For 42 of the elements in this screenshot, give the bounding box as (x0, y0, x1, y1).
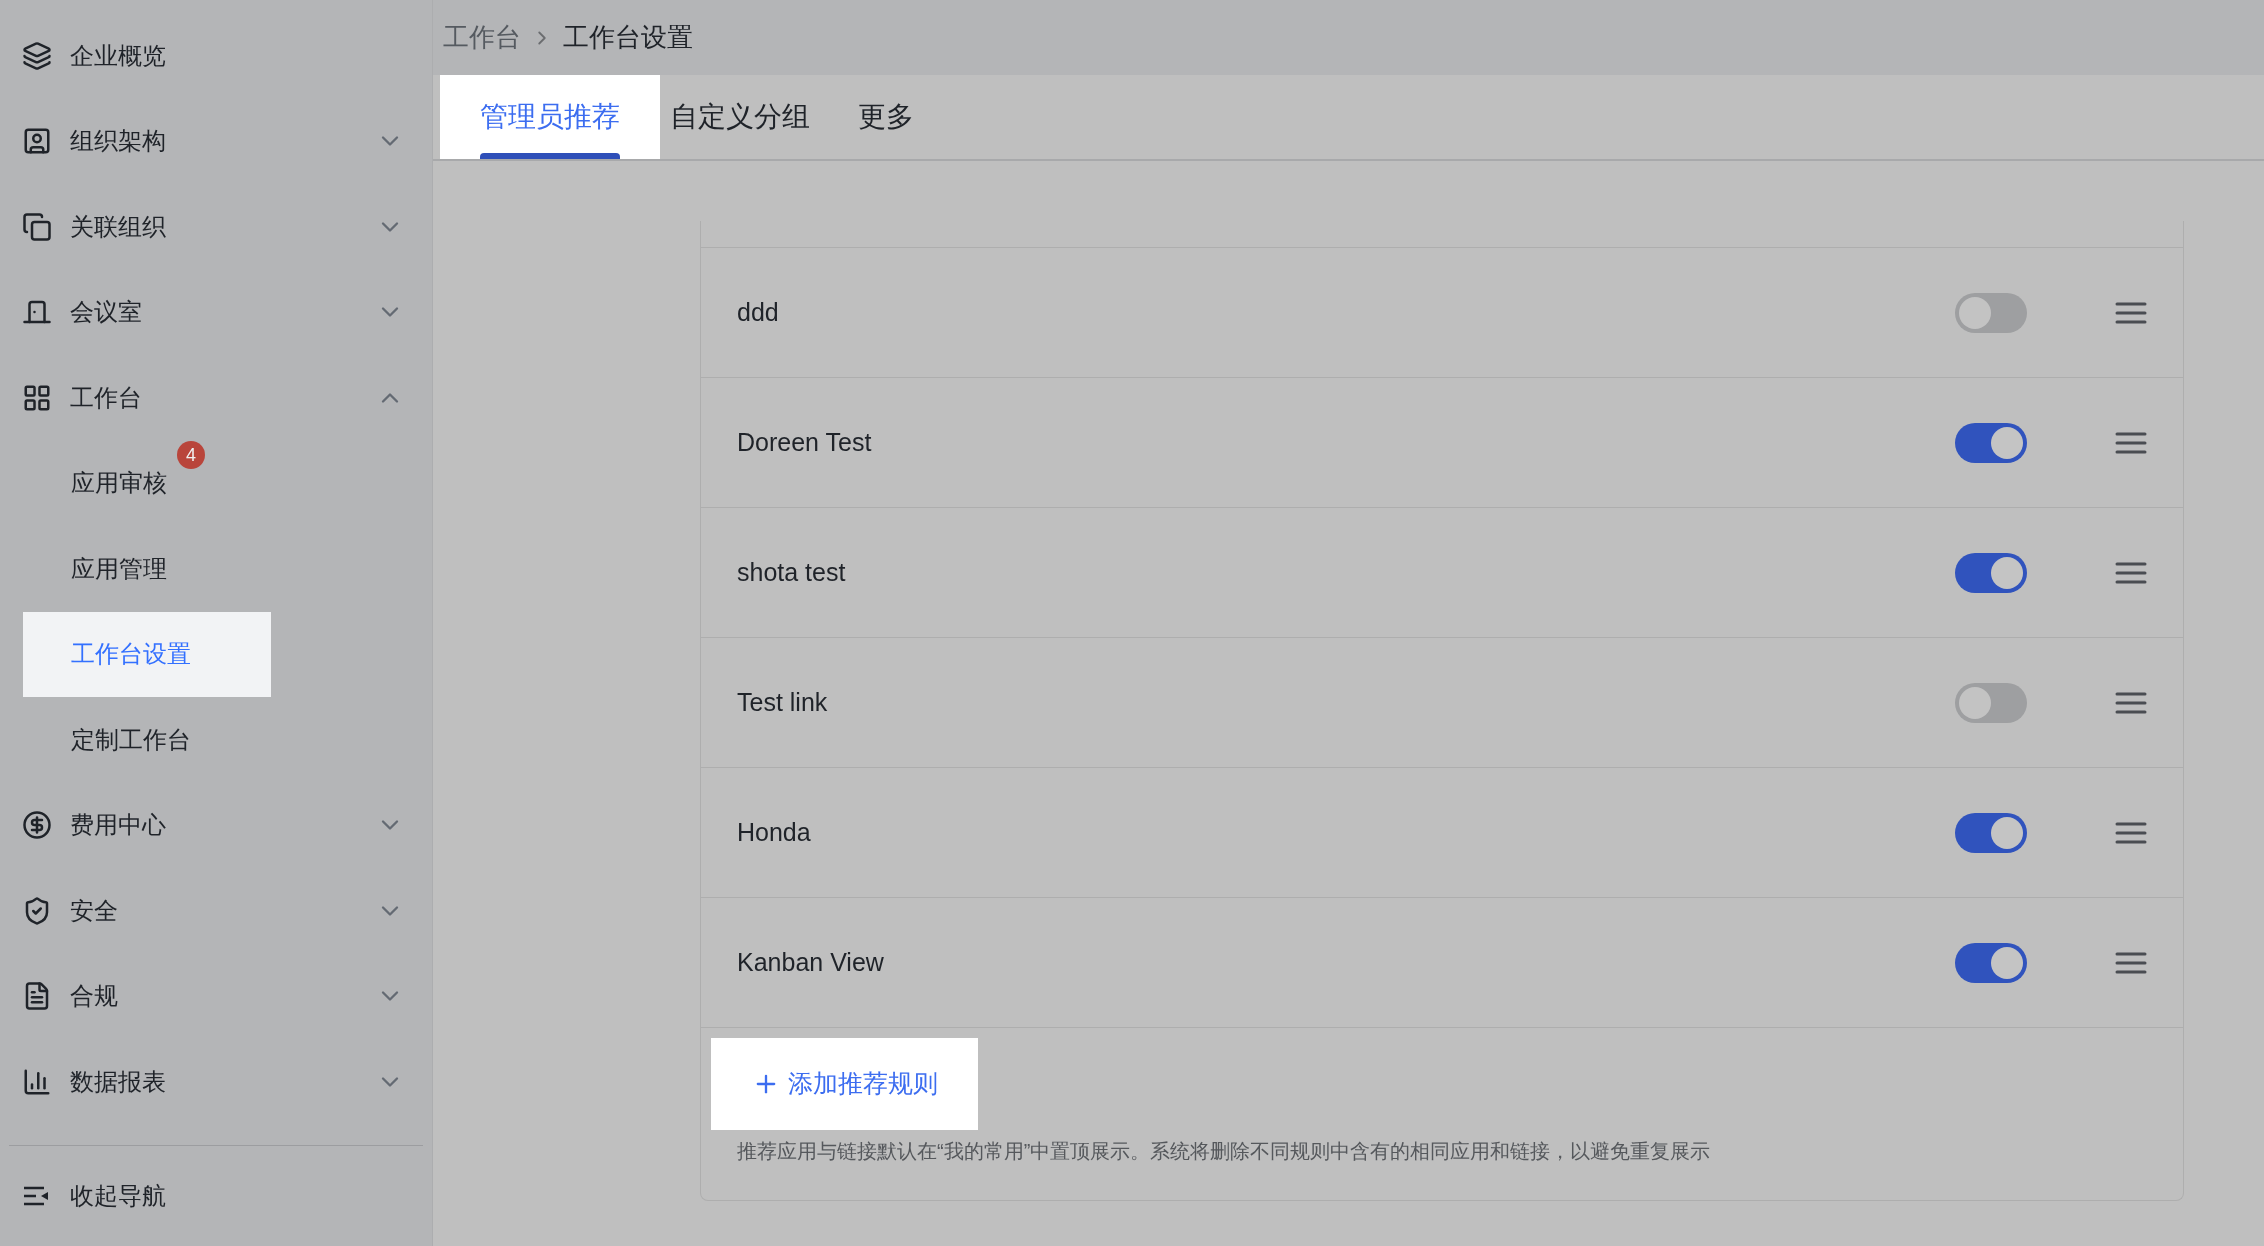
nav-subitem[interactable]: 应用审核 4 (23, 440, 271, 526)
toggle-switch[interactable] (1955, 682, 2027, 723)
drag-handle-icon[interactable] (2115, 690, 2147, 715)
drag-handle-icon[interactable] (2115, 950, 2147, 975)
rule-name: shota test (737, 556, 847, 588)
rule-name: Honda (737, 816, 812, 848)
nav-item[interactable]: 数据报表 (0, 1039, 432, 1125)
toggle-switch[interactable] (1955, 422, 2027, 463)
rule-name: Test link (737, 686, 829, 718)
nav-item[interactable]: 工作台 (0, 355, 432, 441)
tab[interactable]: 更多 (848, 75, 952, 159)
nav-item[interactable]: 会议室 (0, 269, 432, 355)
rule-name: ddd (737, 296, 780, 328)
nav-subitem[interactable]: 定制工作台 (23, 697, 271, 783)
count-badge: 4 (177, 441, 205, 470)
nav-item[interactable]: 企业概览 (0, 13, 432, 99)
drag-handle-icon[interactable] (2115, 820, 2147, 845)
nav-item[interactable]: 合规 (0, 953, 432, 1039)
nav-subitem[interactable]: 应用管理 (23, 526, 271, 612)
drag-handle-icon[interactable] (2115, 560, 2147, 585)
toggle-switch[interactable] (1955, 812, 2027, 853)
drag-handle-icon[interactable] (2115, 300, 2147, 325)
nav-subitem[interactable]: 工作台设置 (23, 611, 271, 697)
layers-icon (22, 40, 52, 71)
toggle-switch[interactable] (1955, 942, 2027, 983)
tab[interactable]: 管理员推荐 (440, 75, 660, 159)
nav-item[interactable]: 费用中心 (0, 782, 432, 868)
tab[interactable]: 自定义分组 (660, 75, 848, 159)
nav-item[interactable]: 组织架构 (0, 98, 432, 184)
rule-name: Kanban View (737, 946, 885, 978)
dollar-icon (22, 810, 52, 841)
add-rule-button[interactable]: 添加推荐规则 (711, 1038, 978, 1130)
toggle-switch[interactable] (1955, 292, 2027, 333)
nav-item[interactable]: 关联组织 (0, 184, 432, 270)
hint-text: 推荐应用与链接默认在“我的常用”中置顶展示。系统将删除不同规则中含有的相同应用和链接，以避免重复展示 (736, 1139, 1712, 1164)
toggle-switch[interactable] (1955, 552, 2027, 593)
overlapping-squares-icon (22, 211, 52, 242)
contact-card-icon (22, 126, 52, 157)
nav-item[interactable]: 安全 (0, 868, 432, 954)
rule-name: Doreen Test (737, 426, 873, 458)
drag-handle-icon[interactable] (2115, 430, 2147, 455)
collapse-nav-button[interactable]: 收起导航 (0, 1146, 432, 1246)
